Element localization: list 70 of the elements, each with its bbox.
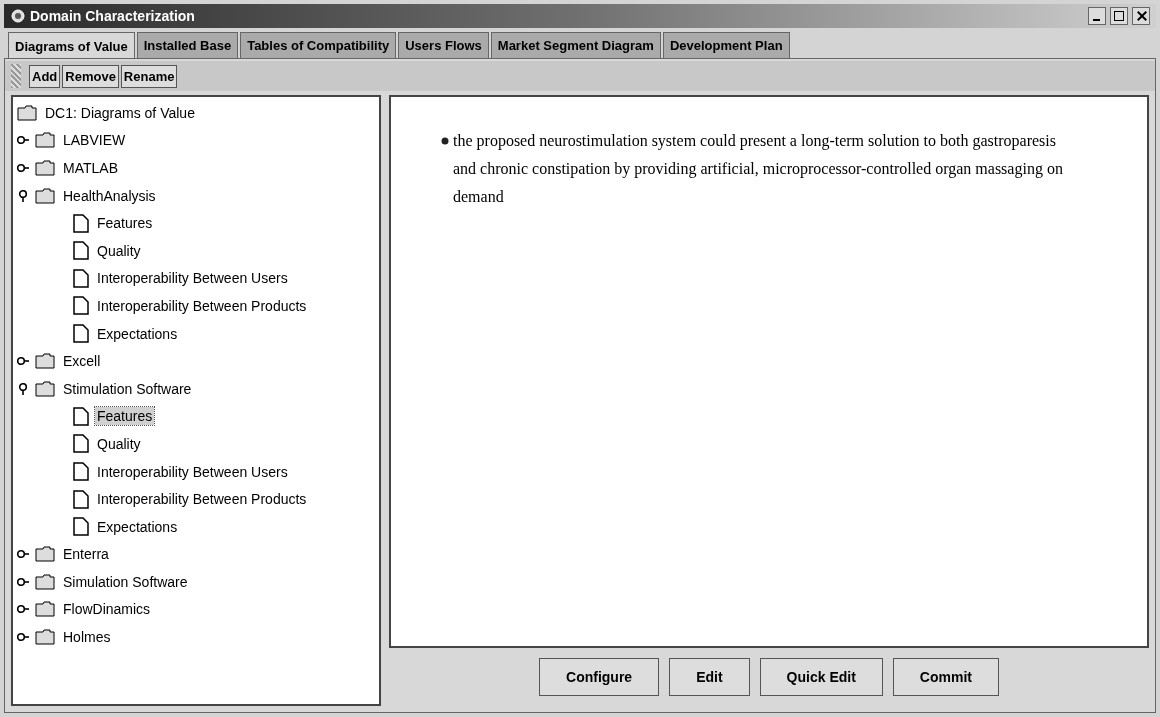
expander-icon[interactable]	[17, 382, 29, 395]
tab[interactable]: Market Segment Diagram	[490, 32, 661, 58]
close-button[interactable]	[1132, 7, 1150, 25]
tab[interactable]: Diagrams of Value	[8, 32, 135, 58]
tree-item[interactable]: Expectations	[95, 324, 180, 343]
folder-icon	[17, 104, 37, 121]
folder-icon	[35, 160, 55, 176]
tree-item[interactable]: Features	[95, 214, 155, 233]
document-icon	[73, 434, 89, 454]
tree-item[interactable]: Quality	[95, 434, 143, 453]
tree-item[interactable]: Interoperability Between Products	[95, 490, 309, 509]
tree-item[interactable]: Excell	[61, 352, 103, 371]
document-icon	[73, 241, 89, 261]
tree-item[interactable]: MATLAB	[61, 159, 120, 177]
expander-icon[interactable]	[17, 548, 29, 561]
action-button[interactable]: Configure	[539, 658, 660, 696]
tab[interactable]: Installed Base	[136, 32, 239, 58]
folder-icon	[35, 601, 55, 618]
tree-item[interactable]: Features	[95, 407, 155, 426]
document-icon	[73, 517, 89, 537]
maximize-button[interactable]	[1110, 7, 1128, 25]
folder-icon	[35, 132, 55, 149]
document-icon	[73, 462, 89, 481]
toolbar-button[interactable]: Rename	[120, 64, 178, 88]
tree-item[interactable]: Stimulation Software	[61, 379, 194, 398]
document-icon	[73, 268, 89, 288]
minimize-button[interactable]	[1088, 7, 1106, 25]
bullet-text: the proposed neurostimulation system could present a long-term solution to both gastroparesis and chronic constipation by providing artificial, microprocessor-controlled organ massaging on demand	[453, 131, 1064, 207]
bullet-icon	[441, 137, 449, 145]
document-icon	[73, 406, 89, 426]
folder-icon	[35, 629, 55, 646]
expander-icon[interactable]	[17, 603, 29, 616]
app-icon	[10, 8, 26, 24]
toolbar-button[interactable]: Add	[29, 64, 61, 88]
tree-item[interactable]: Expectations	[95, 517, 180, 536]
action-button[interactable]: Quick Edit	[759, 658, 883, 696]
expander-icon[interactable]	[17, 134, 29, 147]
document-icon	[73, 296, 89, 316]
document-icon	[73, 213, 89, 233]
tree-item[interactable]: FlowDinamics	[61, 600, 153, 619]
document-icon	[73, 324, 89, 344]
tree-item[interactable]: Simulation Software	[61, 572, 190, 591]
expander-icon[interactable]	[17, 355, 29, 368]
tab[interactable]: Development Plan	[662, 32, 790, 58]
grip-handle[interactable]	[11, 64, 21, 88]
folder-icon	[35, 187, 55, 204]
tree-item[interactable]: Enterra	[61, 545, 111, 564]
tree-item[interactable]: HealthAnalysis	[61, 186, 158, 205]
action-button[interactable]: Commit	[892, 658, 999, 696]
tree-item[interactable]: Interoperability Between Users	[95, 462, 290, 481]
window-title: Domain Characterization	[30, 8, 195, 24]
tree-item[interactable]: Quality	[95, 241, 143, 260]
tree-item[interactable]: DC1: Diagrams of Value	[43, 103, 197, 122]
folder-icon	[35, 573, 55, 590]
action-button[interactable]: Edit	[669, 658, 750, 696]
tree-item[interactable]: Interoperability Between Products	[95, 296, 309, 315]
expander-icon[interactable]	[17, 575, 29, 588]
tree-item[interactable]: Holmes	[61, 628, 113, 647]
folder-icon	[35, 353, 55, 370]
document-icon	[73, 489, 89, 509]
tree-item[interactable]: LABVIEW	[61, 131, 128, 150]
expander-icon[interactable]	[17, 189, 29, 202]
expander-icon[interactable]	[17, 162, 29, 174]
tree-item[interactable]: Interoperability Between Users	[95, 269, 290, 288]
tab[interactable]: Users Flows	[398, 32, 489, 58]
folder-icon	[35, 380, 55, 397]
tab[interactable]: Tables of Compatibility	[240, 32, 397, 58]
toolbar-button[interactable]: Remove	[62, 64, 119, 88]
expander-icon[interactable]	[17, 631, 29, 644]
folder-icon	[35, 546, 55, 563]
